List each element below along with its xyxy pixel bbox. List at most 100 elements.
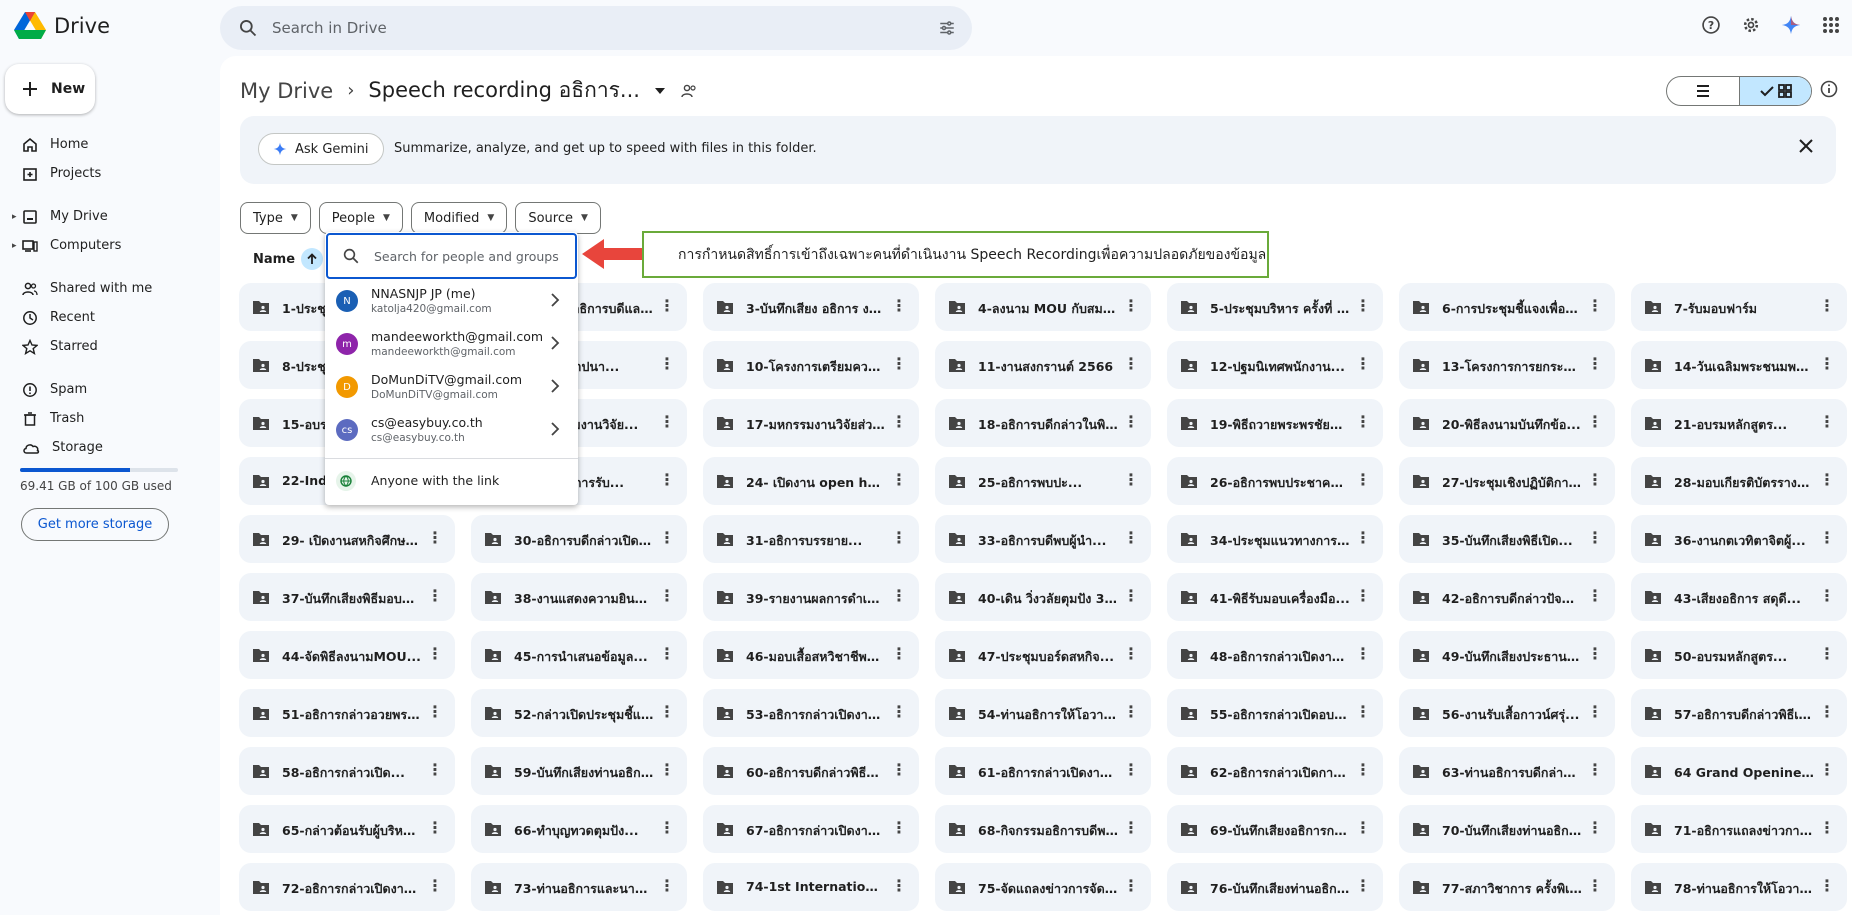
- more-options-icon[interactable]: ⋮: [427, 646, 443, 662]
- folder-card[interactable]: 58-อธิการกล่าวเปิด... ⋮: [239, 747, 455, 795]
- more-options-icon[interactable]: ⋮: [659, 646, 675, 662]
- more-options-icon[interactable]: ⋮: [1355, 646, 1371, 662]
- more-options-icon[interactable]: ⋮: [1819, 298, 1835, 314]
- more-options-icon[interactable]: ⋮: [1355, 414, 1371, 430]
- more-options-icon[interactable]: ⋮: [659, 878, 675, 894]
- folder-card[interactable]: 55-อธิการกล่าวเปิดอบรม... ⋮: [1167, 689, 1383, 737]
- folder-card[interactable]: 33-อธิการบดีพบผู้นำ... ⋮: [935, 515, 1151, 563]
- more-options-icon[interactable]: ⋮: [1587, 646, 1603, 662]
- more-options-icon[interactable]: ⋮: [1587, 530, 1603, 546]
- folder-card[interactable]: 54-ท่านอธิการให้โอวาท... ⋮: [935, 689, 1151, 737]
- more-options-icon[interactable]: ⋮: [1355, 704, 1371, 720]
- more-options-icon[interactable]: ⋮: [1123, 878, 1139, 894]
- help-icon[interactable]: ?: [1700, 14, 1722, 36]
- people-option[interactable]: N NNASNJP JP (me) katolja420@gmail.com: [325, 280, 578, 323]
- folder-card[interactable]: 7-รับมอบฟาร์ม ⋮: [1631, 283, 1847, 331]
- more-options-icon[interactable]: ⋮: [1819, 588, 1835, 604]
- filter-source-chip[interactable]: Source ▼: [515, 202, 601, 234]
- folder-card[interactable]: 11-งานสงกรานต์ 2566 ⋮: [935, 341, 1151, 389]
- sidebar-item-starred[interactable]: Starred: [0, 332, 200, 361]
- more-options-icon[interactable]: ⋮: [1587, 878, 1603, 894]
- folder-card[interactable]: 69-บันทึกเสียงอธิการกล่า... ⋮: [1167, 805, 1383, 853]
- more-options-icon[interactable]: ⋮: [1123, 414, 1139, 430]
- chevron-right-icon[interactable]: [550, 293, 560, 307]
- folder-card[interactable]: 12-ปฐมนิเทศพนักงาน... ⋮: [1167, 341, 1383, 389]
- folder-card[interactable]: 34-ประชุมแนวทางการจัด... ⋮: [1167, 515, 1383, 563]
- folder-card[interactable]: 43-เสียงอธิการ สดุดี... ⋮: [1631, 573, 1847, 621]
- more-options-icon[interactable]: ⋮: [1819, 762, 1835, 778]
- sidebar-item-recent[interactable]: Recent: [0, 303, 200, 332]
- folder-card[interactable]: 27-ประชุมเชิงปฏิบัติการก... ⋮: [1399, 457, 1615, 505]
- folder-card[interactable]: 46-มอบเสื้อสหวิชาชีพกา... ⋮: [703, 631, 919, 679]
- more-options-icon[interactable]: ⋮: [659, 356, 675, 372]
- more-options-icon[interactable]: ⋮: [1587, 298, 1603, 314]
- folder-card[interactable]: 59-บันทึกเสียงท่านอธิการ... ⋮: [471, 747, 687, 795]
- more-options-icon[interactable]: ⋮: [1355, 820, 1371, 836]
- folder-card[interactable]: 66-ทำบุญทวดตุมปัง... ⋮: [471, 805, 687, 853]
- more-options-icon[interactable]: ⋮: [891, 646, 907, 662]
- folder-card[interactable]: 20-พิธีลงนามบันทึกข้อ... ⋮: [1399, 399, 1615, 447]
- gemini-sparkle-icon[interactable]: [1780, 14, 1802, 36]
- people-option[interactable]: cs cs@easybuy.co.th cs@easybuy.co.th: [325, 409, 578, 452]
- more-options-icon[interactable]: ⋮: [891, 472, 907, 488]
- more-options-icon[interactable]: ⋮: [891, 762, 907, 778]
- folder-card[interactable]: 18-อธิการบดีกล่าวในพิธีไ... ⋮: [935, 399, 1151, 447]
- folder-card[interactable]: 51-อธิการกล่าวอวยพรใน... ⋮: [239, 689, 455, 737]
- folder-card[interactable]: 35-บันทึกเสียงพิธีเปิด... ⋮: [1399, 515, 1615, 563]
- sidebar-item-spam[interactable]: Spam: [0, 375, 200, 404]
- more-options-icon[interactable]: ⋮: [1123, 646, 1139, 662]
- sidebar-item-trash[interactable]: Trash: [0, 404, 200, 433]
- more-options-icon[interactable]: ⋮: [1355, 298, 1371, 314]
- folder-card[interactable]: 75-จัดแถลงข่าวการจัดกา... ⋮: [935, 863, 1151, 911]
- more-options-icon[interactable]: ⋮: [1587, 356, 1603, 372]
- sidebar-item-home[interactable]: Home: [0, 130, 200, 159]
- folder-card[interactable]: 63-ท่านอธิการบดีกล่าวเปิ... ⋮: [1399, 747, 1615, 795]
- more-options-icon[interactable]: ⋮: [1123, 820, 1139, 836]
- info-icon[interactable]: [1820, 80, 1838, 98]
- more-options-icon[interactable]: ⋮: [891, 820, 907, 836]
- more-options-icon[interactable]: ⋮: [1123, 762, 1139, 778]
- folder-card[interactable]: 48-อธิการกล่าวเปิดงาน... ⋮: [1167, 631, 1383, 679]
- more-options-icon[interactable]: ⋮: [427, 878, 443, 894]
- more-options-icon[interactable]: ⋮: [1819, 820, 1835, 836]
- more-options-icon[interactable]: ⋮: [1123, 704, 1139, 720]
- folder-card[interactable]: 24- เปิดงาน open hous... ⋮: [703, 457, 919, 505]
- sidebar-item-storage[interactable]: Storage: [0, 433, 200, 462]
- anyone-with-link-option[interactable]: Anyone with the link: [325, 458, 578, 502]
- more-options-icon[interactable]: ⋮: [1587, 820, 1603, 836]
- more-options-icon[interactable]: ⋮: [659, 414, 675, 430]
- folder-card[interactable]: 50-อบรมหลักสูตร... ⋮: [1631, 631, 1847, 679]
- folder-card[interactable]: 45-การนำเสนอข้อมูล... ⋮: [471, 631, 687, 679]
- folder-card[interactable]: 39-รายงานผลการดำเนิน... ⋮: [703, 573, 919, 621]
- search-input[interactable]: [270, 16, 870, 40]
- folder-card[interactable]: 44-จัดพิธีลงนามMOU... ⋮: [239, 631, 455, 679]
- folder-card[interactable]: 47-ประชุมบอร์ดสหกิจ... ⋮: [935, 631, 1151, 679]
- more-options-icon[interactable]: ⋮: [427, 530, 443, 546]
- more-options-icon[interactable]: ⋮: [1587, 414, 1603, 430]
- folder-card[interactable]: 5-ประชุมบริหาร ครั้งที่ 2-... ⋮: [1167, 283, 1383, 331]
- more-options-icon[interactable]: ⋮: [891, 588, 907, 604]
- search-options-icon[interactable]: [938, 19, 956, 37]
- folder-card[interactable]: 28-มอบเกียรติบัตรรางวัล... ⋮: [1631, 457, 1847, 505]
- folder-card[interactable]: 40-เดิน วิ่งวลัยตุมปัง 30... ⋮: [935, 573, 1151, 621]
- sort-by-name[interactable]: Name: [253, 248, 324, 270]
- search-icon[interactable]: [238, 18, 258, 38]
- list-view-button[interactable]: [1667, 77, 1739, 105]
- more-options-icon[interactable]: ⋮: [1355, 588, 1371, 604]
- folder-card[interactable]: 3-บันทึกเสียง อธิการ งาน... ⋮: [703, 283, 919, 331]
- more-options-icon[interactable]: ⋮: [1587, 472, 1603, 488]
- folder-card[interactable]: 17-มหกรรมงานวิจัยส่วน... ⋮: [703, 399, 919, 447]
- more-options-icon[interactable]: ⋮: [1355, 472, 1371, 488]
- folder-card[interactable]: 74-1st International... ⋮: [703, 863, 919, 911]
- more-options-icon[interactable]: ⋮: [427, 588, 443, 604]
- folder-card[interactable]: 21-อบรมหลักสูตร... ⋮: [1631, 399, 1847, 447]
- people-search-box[interactable]: [326, 233, 577, 279]
- folder-card[interactable]: 41-พิธีรับมอบเครื่องมือ... ⋮: [1167, 573, 1383, 621]
- more-options-icon[interactable]: ⋮: [1819, 414, 1835, 430]
- folder-card[interactable]: 14-วันเฉลิมพระชนมพรร... ⋮: [1631, 341, 1847, 389]
- filter-modified-chip[interactable]: Modified ▼: [410, 202, 508, 234]
- more-options-icon[interactable]: ⋮: [891, 530, 907, 546]
- more-options-icon[interactable]: ⋮: [1123, 298, 1139, 314]
- more-options-icon[interactable]: ⋮: [1123, 530, 1139, 546]
- folder-card[interactable]: 25-อธิการพบปะ... ⋮: [935, 457, 1151, 505]
